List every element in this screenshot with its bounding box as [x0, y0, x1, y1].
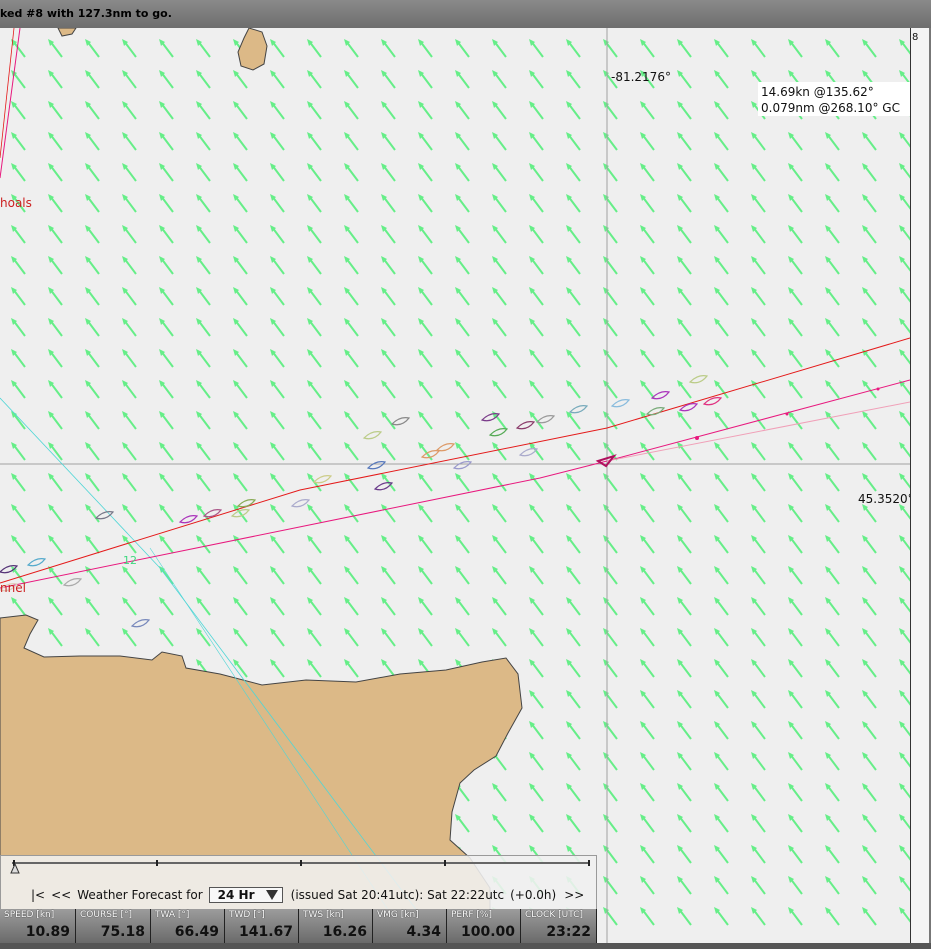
- stat-course: COURSE [°] 75.18: [76, 909, 151, 943]
- bottom-border: [0, 943, 931, 949]
- latitude-label: 45.3520°: [858, 492, 910, 506]
- waypoint-dot: [785, 412, 789, 416]
- competitor-boat: [645, 407, 666, 416]
- stat-label: TWS [kn]: [303, 910, 344, 920]
- stat-label: SPEED [kn]: [4, 910, 55, 920]
- map-canvas[interactable]: [0, 28, 910, 943]
- window-title-bar: ked #8 with 127.3nm to go.: [0, 0, 931, 28]
- readout-wind: 14.69kn @135.62°: [761, 85, 874, 99]
- competitor-boat: [94, 511, 115, 520]
- stat-value: 23:22: [546, 924, 591, 940]
- stat-value: 66.49: [174, 924, 219, 940]
- stat-perf: PERF [%] 100.00: [447, 909, 521, 943]
- competitor-boat: [535, 415, 556, 424]
- competitor-boat: [62, 578, 83, 587]
- forecast-controls: |< << Weather Forecast for 24 Hr (issued…: [31, 887, 584, 903]
- readout-distance: 0.079nm @268.10° GC: [761, 101, 900, 115]
- left-route-1: [0, 28, 21, 179]
- competitor-boat: [26, 558, 47, 567]
- competitor-boat: [678, 403, 699, 412]
- stat-label: VMG [kn]: [377, 910, 419, 920]
- forecast-prev-button[interactable]: <<: [51, 888, 71, 902]
- stat-tws: TWS [kn] 16.26: [299, 909, 373, 943]
- longitude-label: -81.2176°: [611, 70, 671, 84]
- competitor-boat: [130, 619, 151, 628]
- waypoint-dot: [695, 436, 699, 440]
- stat-speed: SPEED [kn] 10.89: [0, 909, 76, 943]
- land-island-small: [237, 28, 268, 71]
- waypoint-dot: [876, 387, 880, 391]
- stat-label: TWD [°]: [229, 910, 265, 920]
- forecast-panel: |< << Weather Forecast for 24 Hr (issued…: [0, 855, 597, 910]
- race-status-text: ked #8 with 127.3nm to go.: [0, 7, 172, 20]
- stat-label: TWA [°]: [155, 910, 190, 920]
- competitor-boat: [488, 428, 509, 437]
- competitor-boat: [236, 499, 257, 508]
- stat-value: 141.67: [238, 924, 293, 940]
- competitor-boat: [650, 391, 671, 400]
- stat-value: 16.26: [322, 924, 367, 940]
- right-scale-strip: [910, 28, 931, 943]
- cyan-track-1: [0, 397, 161, 569]
- stat-twa: TWA [°] 66.49: [151, 909, 225, 943]
- marker-label: 12: [123, 554, 137, 567]
- competitor-boat: [290, 499, 311, 508]
- forecast-label: Weather Forecast for: [77, 888, 203, 902]
- chart-map[interactable]: -81.2176° 45.3520° 14.69kn @135.62° 0.07…: [0, 28, 910, 943]
- competitor-boat: [515, 421, 536, 430]
- forecast-offset-text: (+0.0h): [510, 888, 557, 902]
- cursor-readout: 14.69kn @135.62° 0.079nm @268.10° GC: [758, 82, 910, 116]
- stat-label: CLOCK [UTC]: [525, 910, 583, 920]
- rhumb-line: [0, 337, 910, 584]
- competitor-boat: [0, 565, 19, 574]
- scale-label: 8: [912, 32, 919, 43]
- chevron-down-icon: [265, 890, 278, 900]
- competitor-boat: [178, 515, 199, 524]
- competitor-boat: [452, 461, 473, 470]
- stat-twd: TWD [°] 141.67: [225, 909, 299, 943]
- stat-label: COURSE [°]: [80, 910, 132, 920]
- competitor-boat: [568, 405, 589, 414]
- competitor-boat: [366, 461, 387, 470]
- stat-value: 4.34: [406, 924, 441, 940]
- stat-vmg: VMG [kn] 4.34: [373, 909, 447, 943]
- forecast-first-button[interactable]: |<: [31, 888, 45, 902]
- competitor-boat: [435, 443, 456, 452]
- forecast-issued-text: (issued Sat 20:41utc): Sat 22:22utc: [290, 888, 505, 902]
- stat-clock: CLOCK [UTC] 23:22: [521, 909, 597, 943]
- competitor-boat: [390, 417, 411, 426]
- place-label-shoals: hoals: [0, 196, 32, 210]
- stat-value: 10.89: [25, 924, 70, 940]
- land-island-north: [57, 28, 77, 37]
- place-label-channel: nnel: [0, 581, 26, 595]
- stat-value: 75.18: [100, 924, 145, 940]
- competitor-boat: [688, 375, 709, 384]
- forecast-next-button[interactable]: >>: [564, 888, 584, 902]
- stat-label: PERF [%]: [451, 910, 492, 920]
- slider-thumb: [10, 862, 20, 874]
- stat-value: 100.00: [460, 924, 515, 940]
- competitor-boat: [610, 399, 631, 408]
- forecast-hours-value: 24 Hr: [217, 888, 255, 902]
- competitor-boat: [362, 431, 383, 440]
- forecast-timeline-slider[interactable]: [10, 860, 592, 874]
- left-route-2: [0, 28, 15, 159]
- instrument-panel: SPEED [kn] 10.89 COURSE [°] 75.18 TWA [°…: [0, 909, 597, 943]
- competitor-boat: [312, 475, 333, 484]
- forecast-hours-select[interactable]: 24 Hr: [208, 887, 283, 903]
- competitor-boats[interactable]: [0, 375, 723, 628]
